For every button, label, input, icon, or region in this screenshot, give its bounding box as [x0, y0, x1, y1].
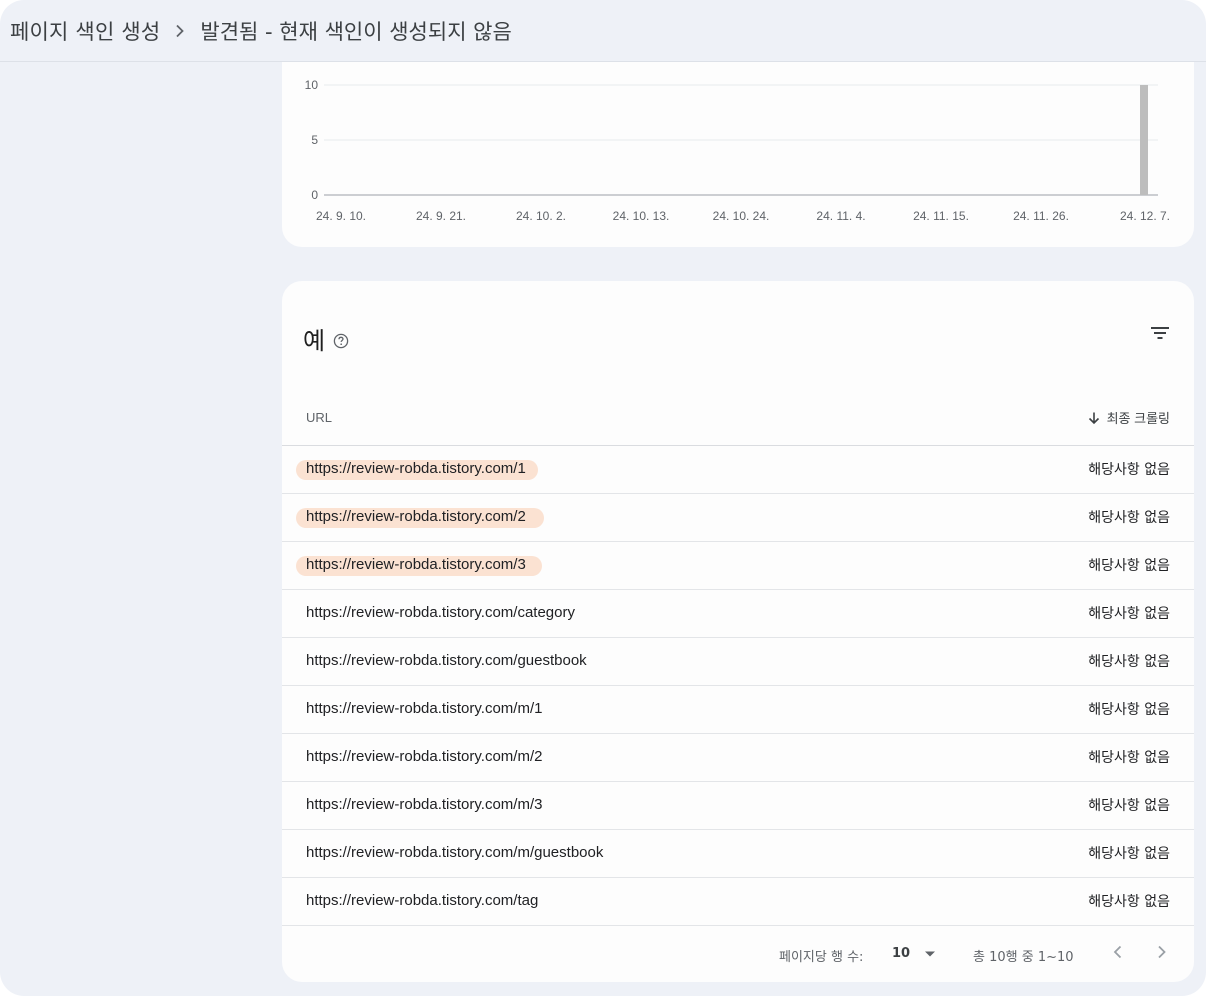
arrow-down-icon: [1088, 412, 1099, 424]
table-row[interactable]: https://review-robda.tistory.com/m/3 해당사항…: [282, 782, 1194, 830]
page-frame: 페이지 색인 생성 발견됨 - 현재 색인이 생성되지 않음 10 5 0 24. 9…: [0, 0, 1206, 996]
row-url[interactable]: https://review-robda.tistory.com/m/2: [306, 748, 542, 765]
rows-per-page-value: 10: [892, 946, 911, 961]
chart-card: 10 5 0 24. 9. 10. 24. 9. 21. 24. 10. 2. 24. 10…: [282, 62, 1194, 247]
rows-per-page-label: 페이지당 행 수:: [779, 950, 864, 965]
row-last-crawl: 해당사항 없음: [1088, 558, 1170, 574]
row-last-crawl: 해당사항 없음: [1088, 654, 1170, 670]
column-header-last-crawl[interactable]: 최종 크롤링: [1087, 408, 1170, 427]
row-last-crawl: 해당사항 없음: [1088, 510, 1170, 526]
row-url[interactable]: https://review-robda.tistory.com/3: [306, 556, 526, 573]
page-title: 발견됨 - 현재 색인이 생성되지 않음: [200, 19, 512, 44]
examples-card: 예 URL 최종 크롤링 https://review-robda.tistor…: [282, 281, 1194, 982]
row-last-crawl: 해당사항 없음: [1088, 846, 1170, 862]
rows-per-page-select[interactable]: 10: [892, 946, 936, 961]
column-header-last-crawl-label: 최종 크롤링: [1106, 411, 1170, 426]
x-tick-label: 24. 10. 24.: [713, 209, 770, 223]
pagination: 페이지당 행 수: 10 총 10행 중 1~10: [282, 926, 1194, 982]
row-url[interactable]: https://review-robda.tistory.com/1: [306, 460, 526, 477]
breadcrumb-parent-link[interactable]: 페이지 색인 생성: [10, 16, 160, 46]
row-url[interactable]: https://review-robda.tistory.com/guestbo…: [306, 652, 587, 669]
row-last-crawl: 해당사항 없음: [1088, 606, 1170, 622]
table-header: URL 최종 크롤링: [282, 397, 1194, 446]
y-tick-label: 10: [305, 78, 319, 92]
table-body: https://review-robda.tistory.com/1 해당사항 없…: [282, 446, 1194, 926]
row-last-crawl: 해당사항 없음: [1088, 798, 1170, 814]
chevron-right-icon[interactable]: [1150, 940, 1174, 964]
examples-title: 예: [303, 321, 349, 356]
breadcrumb: 페이지 색인 생성 발견됨 - 현재 색인이 생성되지 않음: [0, 0, 1206, 62]
chevron-right-icon: [160, 24, 200, 38]
table-row[interactable]: https://review-robda.tistory.com/3 해당사항 없…: [282, 542, 1194, 590]
chevron-left-icon[interactable]: [1106, 940, 1130, 964]
caret-down-icon: [925, 951, 936, 956]
x-tick-label: 24. 11. 4.: [816, 209, 865, 223]
table-row[interactable]: https://review-robda.tistory.com/2 해당사항 없…: [282, 494, 1194, 542]
row-last-crawl: 해당사항 없음: [1088, 894, 1170, 910]
row-last-crawl: 해당사항 없음: [1088, 462, 1170, 478]
x-tick-label: 24. 10. 13.: [613, 209, 670, 223]
row-last-crawl: 해당사항 없음: [1088, 702, 1170, 718]
y-tick-label: 5: [311, 133, 318, 147]
filter-icon[interactable]: [1150, 325, 1170, 345]
table-row[interactable]: https://review-robda.tistory.com/m/guest…: [282, 830, 1194, 878]
y-tick-label: 0: [311, 188, 318, 202]
x-tick-label: 24. 12. 7.: [1120, 209, 1170, 223]
row-url[interactable]: https://review-robda.tistory.com/categor…: [306, 604, 575, 621]
chart-bar[interactable]: [1140, 85, 1148, 195]
table-row[interactable]: https://review-robda.tistory.com/tag 해당사항…: [282, 878, 1194, 926]
row-url[interactable]: https://review-robda.tistory.com/m/1: [306, 700, 542, 717]
bar-chart: 10 5 0 24. 9. 10. 24. 9. 21. 24. 10. 2. 24. 10…: [305, 78, 1170, 223]
table-row[interactable]: https://review-robda.tistory.com/categor…: [282, 590, 1194, 638]
row-url[interactable]: https://review-robda.tistory.com/2: [306, 508, 526, 525]
table-row[interactable]: https://review-robda.tistory.com/m/1 해당사항…: [282, 686, 1194, 734]
table-row[interactable]: https://review-robda.tistory.com/guestbo…: [282, 638, 1194, 686]
row-url[interactable]: https://review-robda.tistory.com/m/3: [306, 796, 542, 813]
x-tick-label: 24. 9. 10.: [316, 209, 366, 223]
pagination-range: 총 10행 중 1~10: [973, 950, 1074, 965]
table-row[interactable]: https://review-robda.tistory.com/1 해당사항 없…: [282, 446, 1194, 494]
help-circle-icon[interactable]: [333, 333, 349, 349]
x-tick-label: 24. 10. 2.: [516, 209, 566, 223]
x-tick-label: 24. 11. 15.: [913, 209, 969, 223]
x-tick-label: 24. 9. 21.: [416, 209, 466, 223]
column-header-url[interactable]: URL: [306, 410, 332, 425]
row-url[interactable]: https://review-robda.tistory.com/tag: [306, 892, 538, 909]
x-tick-label: 24. 11. 26.: [1013, 209, 1069, 223]
examples-title-text: 예: [303, 327, 326, 355]
row-last-crawl: 해당사항 없음: [1088, 750, 1170, 766]
table-row[interactable]: https://review-robda.tistory.com/m/2 해당사항…: [282, 734, 1194, 782]
row-url[interactable]: https://review-robda.tistory.com/m/guest…: [306, 844, 603, 861]
